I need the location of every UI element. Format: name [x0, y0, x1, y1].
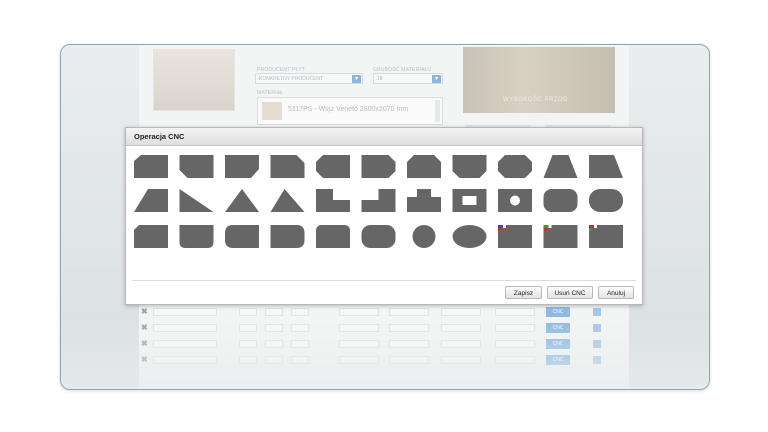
triangle-shape[interactable]	[225, 189, 259, 212]
rounded-top-shape[interactable]	[316, 225, 350, 248]
cnc-button[interactable]: CNC	[546, 307, 570, 317]
marked-edge-shape[interactable]	[498, 225, 532, 248]
corner-cut-shape[interactable]	[225, 155, 259, 178]
row-field[interactable]	[495, 308, 535, 316]
t-shape[interactable]	[407, 189, 441, 212]
cnc-operation-dialog: Operacja CNC Zapisz Usuń CNC Anuluj	[125, 127, 643, 305]
l-shape[interactable]	[361, 189, 396, 212]
producer-select[interactable]: KONKRETNY PRODUCENT ▾	[255, 73, 363, 84]
rect-cutout-shape[interactable]	[452, 189, 487, 212]
double-corner-cut-shape[interactable]	[407, 155, 441, 178]
material-select[interactable]: 5117PS - Wiąz Veneto 2800x2070 mm	[257, 97, 443, 125]
cancel-button[interactable]: Anuluj	[598, 286, 634, 299]
right-triangle-shape[interactable]	[179, 189, 214, 212]
circle-cutout-shape[interactable]	[498, 189, 532, 212]
double-corner-cut-shape[interactable]	[452, 155, 487, 178]
front-height-photo: WYSOKOŚĆ PRZOD	[463, 47, 615, 113]
row-field[interactable]	[239, 308, 257, 316]
bottom-fade	[61, 319, 709, 389]
ellipse-shape[interactable]	[452, 225, 487, 248]
thickness-select-value: 18	[377, 76, 383, 82]
row-field[interactable]	[265, 308, 283, 316]
material-thumbnail	[153, 49, 235, 111]
rounded-left-shape[interactable]	[225, 225, 259, 248]
rounded-bottom-shape[interactable]	[179, 225, 214, 248]
rounded-rect-shape[interactable]	[361, 225, 396, 248]
rounded-rect-shape[interactable]	[543, 189, 578, 212]
thickness-select[interactable]: 18 ▾	[373, 73, 443, 84]
corner-cut-shape[interactable]	[179, 155, 214, 178]
chevron-down-icon: ▾	[432, 75, 441, 83]
material-label: MATERIAŁ	[257, 90, 284, 96]
dialog-titlebar: Operacja CNC	[126, 128, 642, 146]
row-field[interactable]	[153, 308, 217, 316]
trapezoid-shape[interactable]	[543, 155, 578, 178]
double-corner-cut-shape[interactable]	[316, 155, 350, 178]
left-trapezoid-shape[interactable]	[134, 189, 168, 212]
photo-caption: WYSOKOŚĆ PRZOD	[503, 97, 569, 103]
l-shape[interactable]	[316, 189, 350, 212]
rounded-right-shape[interactable]	[270, 225, 305, 248]
remove-cnc-button[interactable]: Usuń CNC	[547, 286, 593, 299]
right-trapezoid-shape[interactable]	[589, 155, 623, 178]
delete-row-icon[interactable]: ✖	[141, 307, 148, 317]
corner-cut-shape[interactable]	[134, 155, 168, 178]
row-field[interactable]	[389, 308, 429, 316]
circle-shape[interactable]	[412, 225, 436, 248]
triangle-shape[interactable]	[270, 189, 305, 212]
material-value: 5117PS - Wiąz Veneto 2800x2070 mm	[288, 106, 409, 113]
octagon-shape[interactable]	[498, 155, 532, 178]
producer-select-value: KONKRETNY PRODUCENT	[259, 76, 324, 82]
stadium-shape[interactable]	[589, 189, 623, 212]
marked-edge-shape[interactable]	[589, 225, 623, 248]
row-field[interactable]	[441, 308, 481, 316]
edit-icon[interactable]	[593, 308, 601, 316]
dialog-separator	[132, 280, 636, 281]
small-corner-cut-shape[interactable]	[134, 225, 168, 248]
double-corner-cut-shape[interactable]	[361, 155, 396, 178]
chevron-down-icon: ▾	[352, 75, 361, 83]
save-button[interactable]: Zapisz	[505, 286, 542, 299]
corner-cut-shape[interactable]	[270, 155, 305, 178]
material-swatch	[262, 102, 282, 120]
cnc-shape-grid	[134, 155, 623, 248]
row-field[interactable]	[339, 308, 379, 316]
marked-edge-shape[interactable]	[543, 225, 578, 248]
row-field[interactable]	[291, 308, 309, 316]
dialog-title: Operacja CNC	[134, 132, 185, 141]
background-table-row: ✖ CNC	[141, 307, 621, 317]
material-scrollbar[interactable]	[435, 100, 440, 122]
